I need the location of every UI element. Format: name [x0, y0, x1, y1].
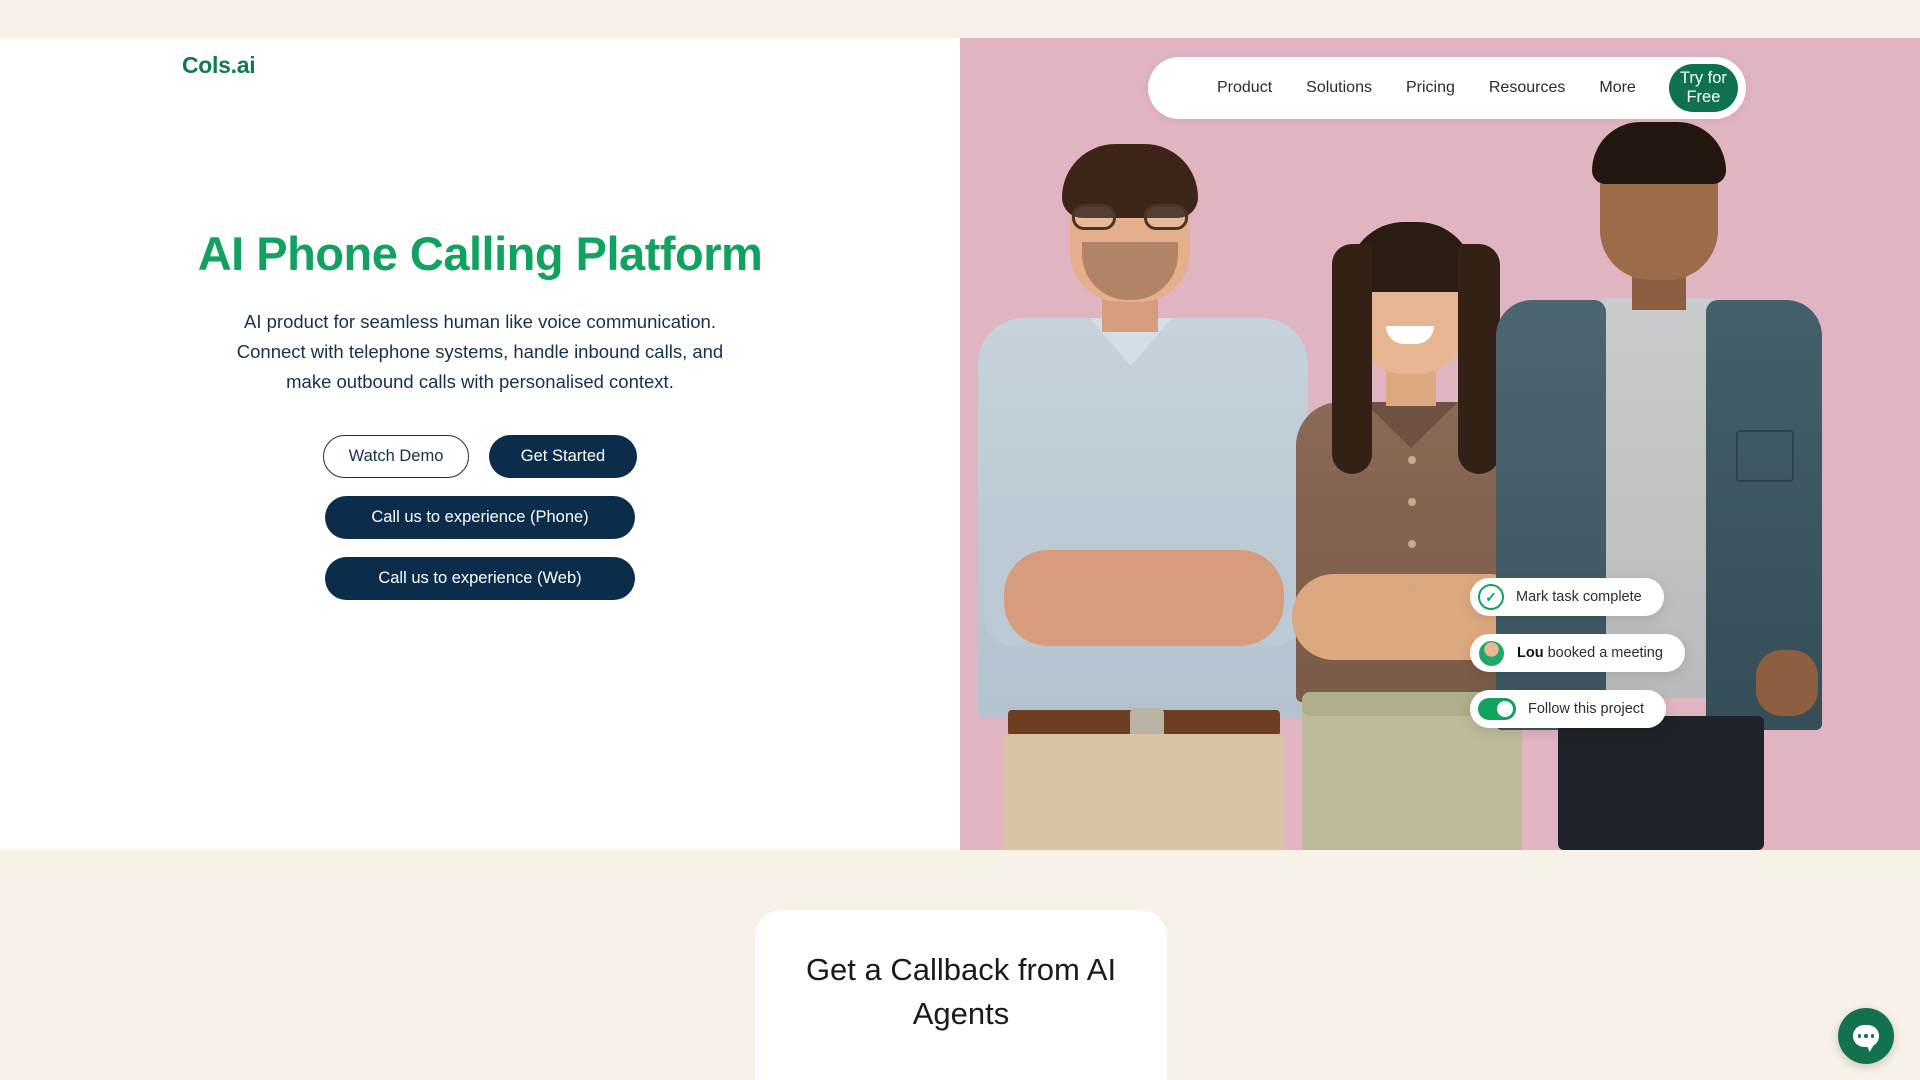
- landing-page: Cols.ai AI Phone Calling Platform AI pro…: [0, 0, 1920, 1080]
- hero-copy: AI Phone Calling Platform AI product for…: [190, 227, 770, 600]
- notification-detail: booked a meeting: [1543, 645, 1663, 661]
- callback-title: Get a Callback from AI Agents: [805, 952, 1117, 1032]
- nav-item-product[interactable]: Product: [1200, 79, 1289, 97]
- hero-button-row: Watch Demo Get Started: [190, 434, 770, 478]
- call-web-button[interactable]: Call us to experience (Web): [325, 556, 635, 600]
- glasses-icon: [1072, 204, 1188, 230]
- team-photo: [960, 38, 1920, 850]
- page-title: AI Phone Calling Platform: [197, 227, 763, 280]
- brand-logo[interactable]: Cols.ai: [182, 52, 256, 79]
- person-left: [978, 144, 1308, 850]
- get-started-button[interactable]: Get Started: [489, 434, 637, 478]
- notification-card-meeting[interactable]: Lou booked a meeting: [1470, 634, 1685, 672]
- hero-subtitle: AI product for seamless human like voice…: [236, 310, 724, 392]
- notification-text: Lou booked a meeting: [1517, 645, 1663, 661]
- notification-name: Lou: [1517, 645, 1544, 661]
- try-for-free-button[interactable]: Try for Free: [1668, 64, 1738, 112]
- watch-demo-button[interactable]: Watch Demo: [323, 434, 469, 478]
- hero-left-panel: Cols.ai AI Phone Calling Platform AI pro…: [0, 38, 960, 850]
- chat-bubble-icon: [1853, 1025, 1879, 1047]
- top-cream-strip: [0, 0, 1920, 38]
- nav-item-resources[interactable]: Resources: [1472, 79, 1582, 97]
- notification-text: Follow this project: [1528, 701, 1645, 717]
- notification-card-list: ✓ Mark task complete Lou booked a meetin…: [1470, 578, 1685, 746]
- callback-card: Get a Callback from AI Agents: [755, 910, 1167, 1080]
- nav-item-pricing[interactable]: Pricing: [1389, 79, 1472, 97]
- navigation-bar: Product Solutions Pricing Resources More…: [1148, 57, 1746, 119]
- chat-widget-button[interactable]: [1838, 1008, 1894, 1064]
- hero-section: Cols.ai AI Phone Calling Platform AI pro…: [0, 38, 1920, 850]
- nav-item-more[interactable]: More: [1582, 79, 1652, 97]
- notification-text: Mark task complete: [1516, 589, 1642, 605]
- notification-card-task[interactable]: ✓ Mark task complete: [1470, 578, 1664, 616]
- hero-image-panel: ✓ Mark task complete Lou booked a meetin…: [960, 38, 1920, 850]
- check-circle-icon: ✓: [1478, 584, 1504, 610]
- call-phone-button[interactable]: Call us to experience (Phone): [325, 495, 635, 539]
- nav-item-solutions[interactable]: Solutions: [1289, 79, 1389, 97]
- notification-card-follow[interactable]: Follow this project: [1470, 690, 1667, 728]
- follow-toggle[interactable]: [1478, 698, 1516, 720]
- avatar: [1478, 639, 1505, 667]
- callback-section: Get a Callback from AI Agents: [0, 850, 1920, 1080]
